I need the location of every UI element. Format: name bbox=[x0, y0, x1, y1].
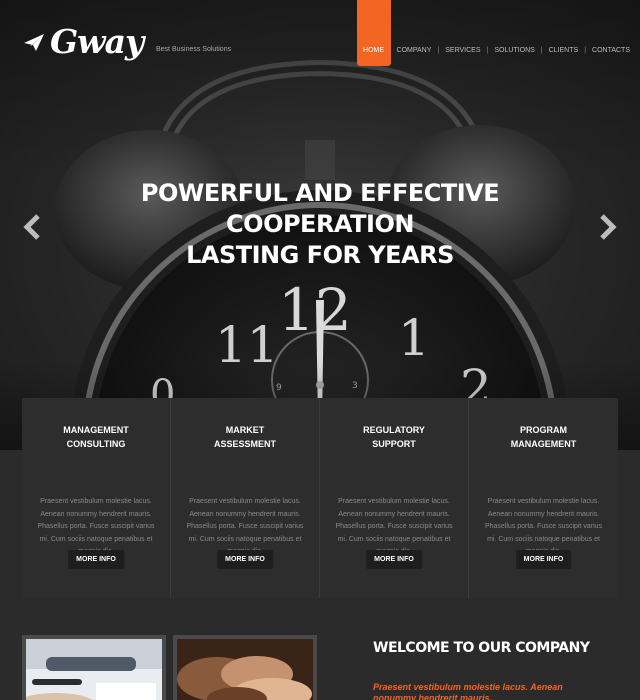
teamwork-hands-image bbox=[177, 639, 313, 700]
nav-separator: | bbox=[486, 47, 489, 54]
tagline: Best Business Solutions bbox=[156, 46, 232, 53]
chevron-right-icon[interactable] bbox=[598, 214, 618, 240]
service-title-line: CONSULTING bbox=[66, 438, 126, 449]
more-info-button[interactable]: MORE INFO bbox=[68, 550, 124, 569]
welcome-title: WELCOME TO OUR COMPANY bbox=[373, 640, 590, 656]
nav-company[interactable]: COMPANY bbox=[397, 0, 432, 66]
main-nav: HOME COMPANY | SERVICES | SOLUTIONS | CL… bbox=[356, 0, 630, 66]
service-card-program-management: PROGRAM MANAGEMENT Praesent vestibulum m… bbox=[469, 398, 618, 598]
service-card-management-consulting: MANAGEMENT CONSULTING Praesent vestibulu… bbox=[22, 398, 171, 598]
service-card-regulatory-support: REGULATORY SUPPORT Praesent vestibulum m… bbox=[320, 398, 469, 598]
nav-services[interactable]: SERVICES bbox=[445, 0, 480, 66]
paper-plane-icon bbox=[24, 34, 44, 51]
service-title-line: ASSESSMENT bbox=[213, 438, 276, 449]
nav-home[interactable]: HOME bbox=[356, 0, 391, 66]
nav-separator: | bbox=[437, 47, 440, 54]
service-title: MANAGEMENT CONSULTING bbox=[22, 424, 170, 464]
service-title-line: MANAGEMENT bbox=[510, 438, 577, 449]
service-title-line: MARKET bbox=[225, 425, 265, 435]
service-title: PROGRAM MANAGEMENT bbox=[469, 424, 618, 464]
business-desk-image bbox=[26, 639, 162, 700]
teamwork-hands-photo[interactable] bbox=[173, 635, 317, 700]
more-info-button[interactable]: MORE INFO bbox=[515, 550, 572, 569]
more-info-button[interactable]: MORE INFO bbox=[217, 550, 273, 569]
service-title-line: SUPPORT bbox=[372, 438, 416, 449]
service-title-line: MANAGEMENT bbox=[63, 425, 129, 435]
service-title-line: PROGRAM bbox=[520, 425, 567, 435]
services-row: MANAGEMENT CONSULTING Praesent vestibulu… bbox=[22, 398, 618, 598]
service-card-market-assessment: MARKET ASSESSMENT Praesent vestibulum mo… bbox=[171, 398, 320, 598]
service-title-line: REGULATORY bbox=[363, 425, 425, 435]
hero-title: POWERFUL AND EFFECTIVE COOPERATION LASTI… bbox=[120, 178, 520, 271]
nav-clients[interactable]: CLIENTS bbox=[549, 0, 579, 66]
welcome-text: Praesent vestibulum molestie lacus. Aene… bbox=[373, 682, 563, 700]
more-info-button[interactable]: MORE INFO bbox=[366, 550, 422, 569]
business-desk-photo[interactable] bbox=[22, 635, 166, 700]
logo-text: Gway bbox=[50, 22, 144, 61]
nav-contacts[interactable]: CONTACTS bbox=[592, 0, 630, 66]
logo[interactable]: Gway bbox=[22, 22, 144, 61]
hero-title-line: COOPERATION bbox=[226, 210, 414, 238]
nav-separator: | bbox=[584, 47, 587, 54]
nav-solutions[interactable]: SOLUTIONS bbox=[494, 0, 534, 66]
service-title: MARKET ASSESSMENT bbox=[171, 424, 319, 464]
nav-separator: | bbox=[540, 47, 543, 54]
service-title: REGULATORY SUPPORT bbox=[320, 424, 468, 464]
hero-title-line: LASTING FOR YEARS bbox=[186, 241, 454, 269]
chevron-left-icon[interactable] bbox=[22, 214, 42, 240]
hero-title-line: POWERFUL AND EFFECTIVE bbox=[140, 179, 500, 207]
